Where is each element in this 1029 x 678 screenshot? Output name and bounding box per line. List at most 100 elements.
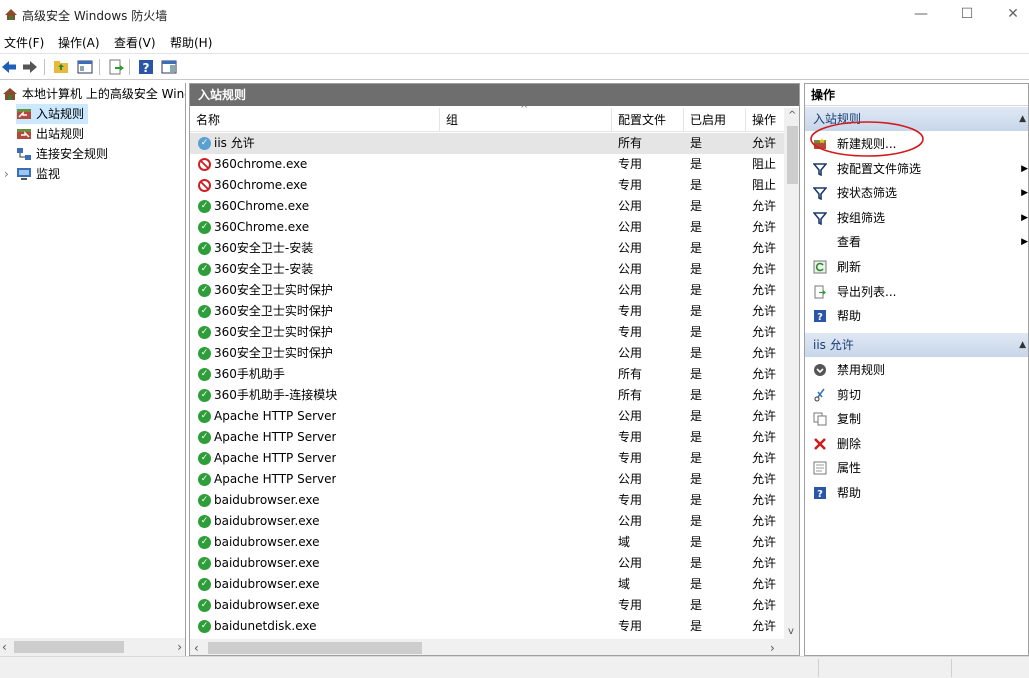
- action-item[interactable]: 删除: [805, 432, 1028, 456]
- expand-chevron-icon[interactable]: ›: [4, 164, 16, 184]
- scroll-down-icon[interactable]: v: [788, 626, 794, 637]
- export-list-icon[interactable]: [107, 58, 125, 76]
- action-item[interactable]: ? 帮助: [805, 304, 1028, 328]
- cell-action: 允许: [752, 598, 777, 612]
- column-name[interactable]: 名称: [190, 108, 440, 132]
- table-row[interactable]: ✓ 360手机助手-连接模块 所有 是 允许: [190, 385, 784, 406]
- section-inbound-rules[interactable]: 入站规则 ▲: [805, 107, 1028, 131]
- table-row[interactable]: ✓ baidubrowser.exe 域 是 允许: [190, 574, 784, 595]
- minimize-button[interactable]: —: [898, 0, 944, 30]
- action-item[interactable]: 新建规则...: [805, 132, 1028, 156]
- table-row[interactable]: 360chrome.exe 专用 是 阻止: [190, 175, 784, 196]
- cell-action: 允许: [752, 514, 777, 528]
- column-action[interactable]: 操作: [746, 108, 784, 132]
- tree-item-outbound-rules[interactable]: 出站规则: [16, 124, 84, 144]
- help-icon[interactable]: ?: [137, 58, 155, 76]
- table-row[interactable]: ✓ baidubrowser.exe 专用 是 允许: [190, 595, 784, 616]
- cell-profile: 公用: [618, 220, 643, 234]
- table-row[interactable]: ✓ 360安全卫士实时保护 专用 是 允许: [190, 322, 784, 343]
- cell-action: 允许: [752, 556, 777, 570]
- table-row[interactable]: ✓ 360手机助手 所有 是 允许: [190, 364, 784, 385]
- tree-item-monitoring[interactable]: › 监视: [4, 164, 60, 184]
- action-item[interactable]: 查看 ▶: [805, 230, 1028, 254]
- tree-item-inbound-rules[interactable]: 入站规则: [16, 104, 89, 124]
- action-item[interactable]: 导出列表...: [805, 280, 1028, 304]
- action-label: 按配置文件筛选: [837, 161, 922, 176]
- scrollbar-thumb[interactable]: [208, 642, 422, 654]
- status-divider: [818, 659, 819, 677]
- table-row[interactable]: ✓ baidubrowser.exe 域 是 允许: [190, 532, 784, 553]
- column-profile[interactable]: 配置文件: [612, 108, 684, 132]
- tree-item-label: 连接安全规则: [36, 147, 109, 161]
- scroll-up-icon[interactable]: ^: [788, 110, 796, 121]
- menu-view[interactable]: 查看(V): [114, 34, 156, 51]
- tree-horizontal-scrollbar[interactable]: ‹ ›: [0, 638, 185, 656]
- table-row[interactable]: ✓ Apache HTTP Server 专用 是 允许: [190, 427, 784, 448]
- table-row[interactable]: ✓ 360安全卫士实时保护 公用 是 允许: [190, 343, 784, 364]
- tree-item-connection-security-rules[interactable]: 连接安全规则: [16, 144, 108, 164]
- action-item[interactable]: 按配置文件筛选 ▶: [805, 157, 1028, 181]
- action-item[interactable]: 属性: [805, 456, 1028, 480]
- forward-arrow-icon[interactable]: [21, 58, 39, 76]
- table-row[interactable]: ✓ 360安全卫士实时保护 公用 是 允许: [190, 280, 784, 301]
- menu-file[interactable]: 文件(F): [4, 34, 44, 51]
- up-folder-icon[interactable]: [52, 58, 70, 76]
- table-row[interactable]: ✓ 360Chrome.exe 公用 是 允许: [190, 217, 784, 238]
- menu-action[interactable]: 操作(A): [58, 34, 100, 51]
- cell-action: 允许: [752, 136, 777, 150]
- table-row[interactable]: 360chrome.exe 专用 是 阻止: [190, 154, 784, 175]
- column-enabled[interactable]: 已启用: [684, 108, 746, 132]
- scrollbar-thumb[interactable]: [14, 641, 124, 653]
- table-row[interactable]: ✓ baidunetdisk.exe 专用 是 允许: [190, 616, 784, 637]
- close-button[interactable]: ✕: [990, 0, 1029, 30]
- menu-help[interactable]: 帮助(H): [170, 34, 212, 51]
- section-selected-rule[interactable]: iis 允许 ▲: [805, 333, 1028, 357]
- table-row[interactable]: ✓ baidubrowser.exe 公用 是 允许: [190, 511, 784, 532]
- table-row[interactable]: ✓ Apache HTTP Server 公用 是 允许: [190, 406, 784, 427]
- table-row[interactable]: ✓ Apache HTTP Server 公用 是 允许: [190, 469, 784, 490]
- action-item[interactable]: 禁用规则: [805, 358, 1028, 382]
- table-row[interactable]: ✓ 360Chrome.exe 公用 是 允许: [190, 196, 784, 217]
- show-action-pane-icon[interactable]: [160, 58, 178, 76]
- table-row[interactable]: ✓ 360安全卫士-安装 公用 是 允许: [190, 259, 784, 280]
- table-row[interactable]: ✓ 360安全卫士实时保护 专用 是 允许: [190, 301, 784, 322]
- cell-name: 360Chrome.exe: [214, 220, 310, 234]
- action-item[interactable]: 剪切: [805, 383, 1028, 407]
- cell-name: 360安全卫士实时保护: [214, 325, 333, 339]
- tree-root[interactable]: 本地计算机 上的高级安全 Windows: [2, 84, 185, 104]
- maximize-button[interactable]: ☐: [944, 0, 990, 30]
- svg-text:?: ?: [817, 312, 823, 323]
- allow-icon: ✓: [198, 242, 211, 255]
- show-hide-tree-icon[interactable]: [76, 58, 94, 76]
- action-item[interactable]: 刷新: [805, 255, 1028, 279]
- collapse-icon[interactable]: ▲: [1019, 333, 1026, 357]
- action-item[interactable]: 复制: [805, 407, 1028, 431]
- action-item[interactable]: 按组筛选 ▶: [805, 206, 1028, 230]
- collapse-icon[interactable]: ▲: [1019, 107, 1026, 131]
- cell-profile: 专用: [618, 430, 643, 444]
- table-row[interactable]: ✓ baidubrowser.exe 公用 是 允许: [190, 553, 784, 574]
- block-icon: [198, 179, 211, 192]
- scroll-left-icon[interactable]: ‹: [194, 639, 199, 655]
- action-item[interactable]: ? 帮助: [805, 481, 1028, 505]
- cell-profile: 专用: [618, 157, 643, 171]
- scroll-right-icon[interactable]: ›: [177, 638, 182, 656]
- copy-icon: [813, 412, 827, 426]
- scroll-right-icon[interactable]: ›: [770, 639, 775, 655]
- table-row[interactable]: ✓ Apache HTTP Server 专用 是 允许: [190, 448, 784, 469]
- cell-enabled: 是: [690, 136, 703, 150]
- action-item[interactable]: 按状态筛选 ▶: [805, 181, 1028, 205]
- scroll-left-icon[interactable]: ‹: [2, 638, 7, 656]
- cell-profile: 域: [618, 577, 631, 591]
- tree-item-label: 出站规则: [36, 127, 85, 141]
- back-arrow-icon[interactable]: [0, 58, 18, 76]
- cell-name: baidubrowser.exe: [214, 493, 320, 507]
- table-row[interactable]: ✓ 360安全卫士-安装 公用 是 允许: [190, 238, 784, 259]
- horizontal-scrollbar[interactable]: ‹ ›: [190, 639, 799, 655]
- table-row[interactable]: ✓ baidubrowser.exe 专用 是 允许: [190, 490, 784, 511]
- vertical-scrollbar[interactable]: ^ v: [784, 108, 799, 639]
- table-row[interactable]: ✓ iis 允许 所有 是 允许: [190, 133, 784, 154]
- scrollbar-thumb[interactable]: [787, 126, 798, 184]
- cell-name: 360chrome.exe: [214, 178, 308, 192]
- refresh-icon: [813, 260, 827, 274]
